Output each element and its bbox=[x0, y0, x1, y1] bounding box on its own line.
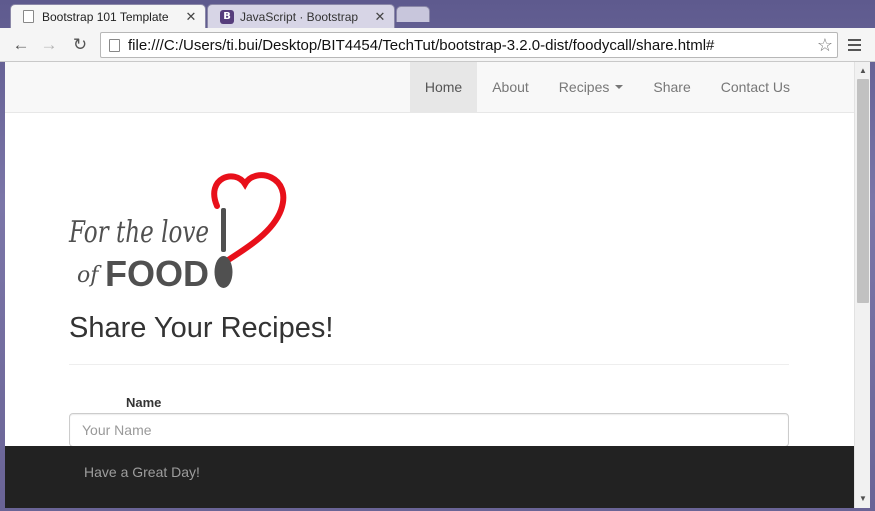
tab-title: Bootstrap 101 Template bbox=[42, 9, 169, 24]
divider bbox=[69, 364, 789, 365]
nav-item-label: About bbox=[492, 79, 529, 95]
nav-item-share[interactable]: Share bbox=[638, 62, 705, 112]
close-icon[interactable]: ✕ bbox=[183, 9, 199, 25]
nav-item-contact-us[interactable]: Contact Us bbox=[706, 62, 805, 112]
tab-javascript-bootstrap[interactable]: B JavaScript · Bootstrap ✕ bbox=[207, 4, 395, 28]
footer-text: Have a Great Day! bbox=[84, 464, 200, 480]
scroll-down-icon[interactable]: ▼ bbox=[855, 492, 871, 506]
logo-line2-prefix: of bbox=[77, 263, 102, 288]
bootstrap-icon: B bbox=[220, 9, 234, 24]
nav-item-label: Share bbox=[653, 79, 691, 95]
page-viewport: Home About Recipes Share Contact Us For … bbox=[5, 62, 854, 508]
nav-item-recipes[interactable]: Recipes bbox=[544, 62, 639, 112]
star-icon[interactable]: ☆ bbox=[813, 35, 837, 56]
name-label: Name bbox=[126, 395, 162, 410]
page-title: Share Your Recipes! bbox=[69, 312, 334, 344]
nav-item-label: Recipes bbox=[558, 79, 610, 95]
menu-icon[interactable] bbox=[844, 34, 864, 56]
browser-toolbar: ← → ↻ file:///C:/Users/ti.bui/Desktop/BI… bbox=[0, 28, 875, 62]
tab-strip: Bootstrap 101 Template ✕ B JavaScript · … bbox=[0, 0, 875, 28]
nav-item-home[interactable]: Home bbox=[409, 62, 478, 112]
forward-icon[interactable]: → bbox=[38, 34, 60, 56]
logo-line1: For the love bbox=[68, 215, 209, 250]
back-icon[interactable]: ← bbox=[10, 34, 32, 56]
caret-down-icon bbox=[615, 85, 624, 89]
scroll-thumb[interactable] bbox=[857, 79, 869, 303]
site-footer: Have a Great Day! bbox=[5, 446, 854, 508]
reload-icon[interactable]: ↻ bbox=[69, 34, 91, 56]
url-text[interactable]: file:///C:/Users/ti.bui/Desktop/BIT4454/… bbox=[128, 37, 813, 54]
nav-item-about[interactable]: About bbox=[477, 62, 544, 112]
nav-list: Home About Recipes Share Contact Us bbox=[409, 62, 805, 112]
name-input[interactable] bbox=[69, 413, 789, 447]
close-icon[interactable]: ✕ bbox=[372, 9, 388, 25]
nav-item-label: Contact Us bbox=[720, 79, 790, 95]
spoon-icon bbox=[214, 208, 233, 288]
page-icon bbox=[109, 38, 120, 52]
address-bar[interactable]: file:///C:/Users/ti.bui/Desktop/BIT4454/… bbox=[100, 32, 838, 58]
nav-item-label: Home bbox=[424, 79, 463, 95]
logo-line2-main: FOOD bbox=[105, 253, 209, 294]
tab-bootstrap-template[interactable]: Bootstrap 101 Template ✕ bbox=[10, 4, 206, 28]
tab-title: JavaScript · Bootstrap bbox=[240, 9, 359, 24]
page-icon bbox=[23, 10, 34, 23]
scroll-up-icon[interactable]: ▲ bbox=[855, 64, 871, 78]
site-logo: For the love of FOOD bbox=[68, 172, 287, 294]
site-navbar: Home About Recipes Share Contact Us bbox=[5, 62, 854, 113]
new-tab-button[interactable] bbox=[396, 6, 430, 22]
vertical-scrollbar[interactable]: ▲ ▼ bbox=[854, 62, 870, 508]
